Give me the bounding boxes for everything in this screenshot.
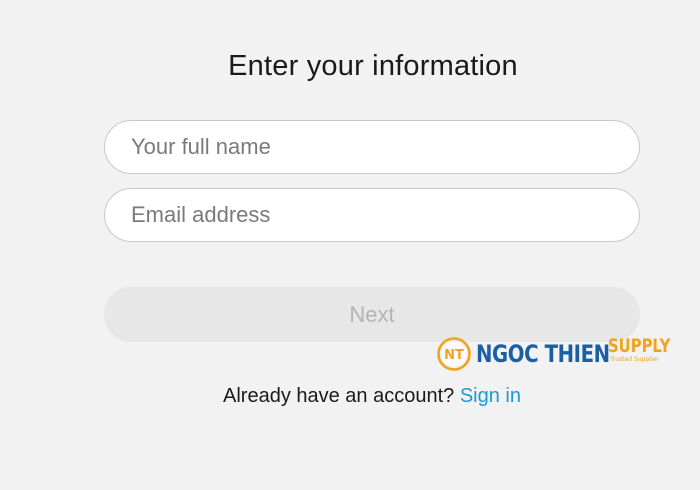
ngoc-thien-logo-icon: NT	[437, 337, 471, 371]
sign-in-link[interactable]: Sign in	[460, 385, 521, 407]
brand-suffix: SUPPLY	[608, 335, 671, 357]
page-title: Enter your information	[228, 50, 518, 82]
ngoc-thien-supply-watermark: NT NGOC THIEN SUPPLY Trusted Supplier	[436, 333, 671, 375]
brand-tagline: Trusted Supplier	[610, 356, 659, 363]
signin-prompt: Already have an account?	[223, 385, 455, 407]
logo-letters: NT	[444, 348, 464, 363]
email-input[interactable]	[104, 188, 640, 242]
full-name-input[interactable]	[104, 120, 640, 174]
signin-row: Already have an account? Sign in	[0, 385, 700, 408]
brand-name: NGOC THIEN	[476, 340, 610, 368]
